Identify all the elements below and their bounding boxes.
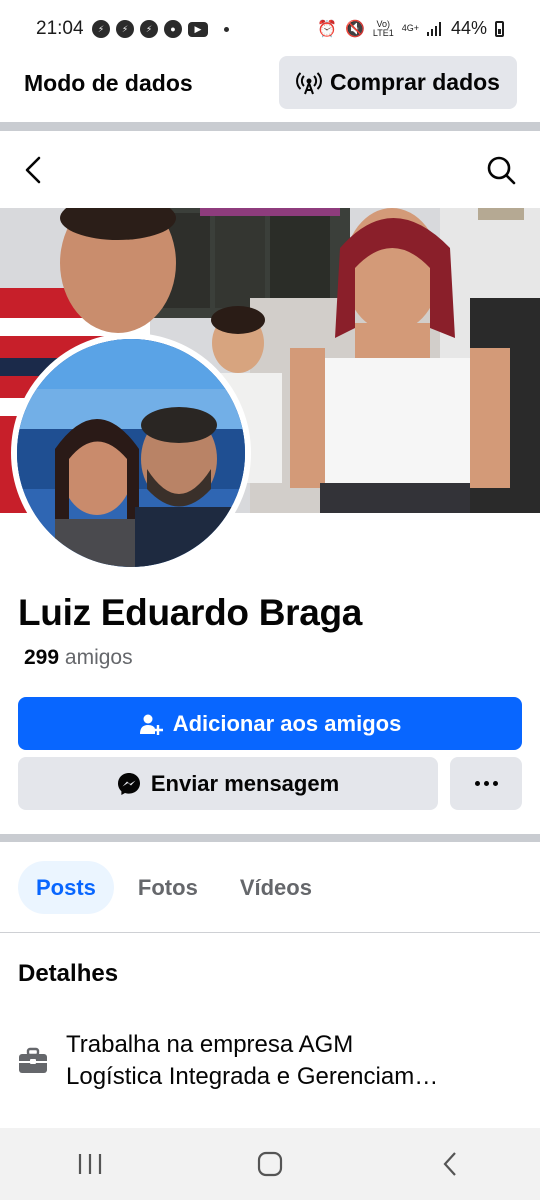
status-bar: 21:04 ⚡ ⚡ ⚡ ● ▶ ⏰ 🔇 Vo) LTE1 4G+ 44% bbox=[0, 0, 540, 56]
tab-photos[interactable]: Fotos bbox=[120, 861, 216, 914]
add-friend-button[interactable]: Adicionar aos amigos bbox=[18, 697, 522, 750]
profile-avatar[interactable] bbox=[11, 333, 251, 573]
battery-percent: 44% bbox=[450, 18, 487, 38]
network-type-indicator: 4G+ bbox=[401, 23, 419, 33]
recents-icon bbox=[78, 1154, 102, 1174]
buy-data-button[interactable]: Comprar dados bbox=[279, 56, 517, 109]
detail-work-text: Trabalha na empresa AGM Logística Integr… bbox=[66, 1031, 439, 1090]
messenger-icon bbox=[117, 772, 140, 795]
nav-back-icon bbox=[443, 1152, 456, 1176]
more-notifications-dot bbox=[224, 26, 229, 32]
status-time: 21:04 bbox=[36, 18, 84, 39]
status-notification-icons: ⚡ ⚡ ⚡ ● ▶ bbox=[92, 20, 229, 38]
mute-icon: 🔇 bbox=[344, 20, 365, 38]
divider bbox=[0, 834, 540, 842]
more-icon bbox=[474, 781, 498, 786]
system-back-button[interactable] bbox=[420, 1139, 480, 1189]
recents-button[interactable] bbox=[60, 1139, 120, 1189]
add-friend-label: Adicionar aos amigos bbox=[172, 710, 402, 736]
signal-icon bbox=[426, 21, 441, 36]
tab-posts[interactable]: Posts bbox=[18, 861, 114, 914]
tab-videos[interactable]: Vídeos bbox=[222, 861, 330, 914]
volte-indicator: Vo) LTE1 bbox=[372, 18, 394, 38]
friends-count: 299 bbox=[24, 646, 60, 669]
search-icon bbox=[487, 156, 516, 185]
friends-label: amigos bbox=[64, 646, 133, 669]
back-arrow-icon bbox=[25, 156, 41, 184]
buy-data-label: Comprar dados bbox=[330, 69, 500, 95]
add-friend-icon bbox=[139, 714, 163, 735]
briefcase-icon bbox=[19, 1047, 47, 1073]
status-system-icons: ⏰ 🔇 Vo) LTE1 4G+ 44% bbox=[317, 18, 504, 39]
send-message-button[interactable]: Enviar mensagem bbox=[18, 757, 438, 810]
search-button[interactable] bbox=[479, 148, 523, 192]
antenna-icon bbox=[296, 71, 322, 94]
profile-name: Luiz Eduardo Braga bbox=[18, 592, 363, 633]
messenger-notification-icon: ⚡ bbox=[116, 20, 134, 38]
youtube-icon: ▶ bbox=[188, 21, 208, 37]
messenger-notification-icon: ⚡ bbox=[140, 20, 158, 38]
home-button[interactable] bbox=[240, 1139, 300, 1189]
home-icon bbox=[257, 1151, 283, 1177]
system-navigation-bar bbox=[0, 1128, 540, 1200]
send-message-label: Enviar mensagem bbox=[150, 770, 340, 796]
back-button[interactable] bbox=[12, 148, 56, 192]
alarm-icon: ⏰ bbox=[317, 20, 337, 38]
profile-tabs: Posts Fotos Vídeos bbox=[18, 861, 330, 914]
battery-icon bbox=[495, 20, 504, 37]
data-mode-bar: Modo de dados Comprar dados bbox=[0, 56, 540, 122]
app-notification-icon: ● bbox=[164, 20, 182, 38]
profile-avatar-image bbox=[17, 339, 245, 567]
divider bbox=[0, 122, 540, 131]
data-mode-title: Modo de dados bbox=[24, 70, 193, 96]
divider bbox=[0, 932, 540, 933]
detail-work[interactable]: Trabalha na empresa AGM Logística Integr… bbox=[18, 1029, 522, 1093]
details-title: Detalhes bbox=[18, 960, 119, 987]
more-button[interactable] bbox=[450, 757, 522, 810]
messenger-notification-icon: ⚡ bbox=[92, 20, 110, 38]
friends-count-line[interactable]: 299 amigos bbox=[24, 646, 133, 670]
top-nav bbox=[0, 131, 540, 208]
